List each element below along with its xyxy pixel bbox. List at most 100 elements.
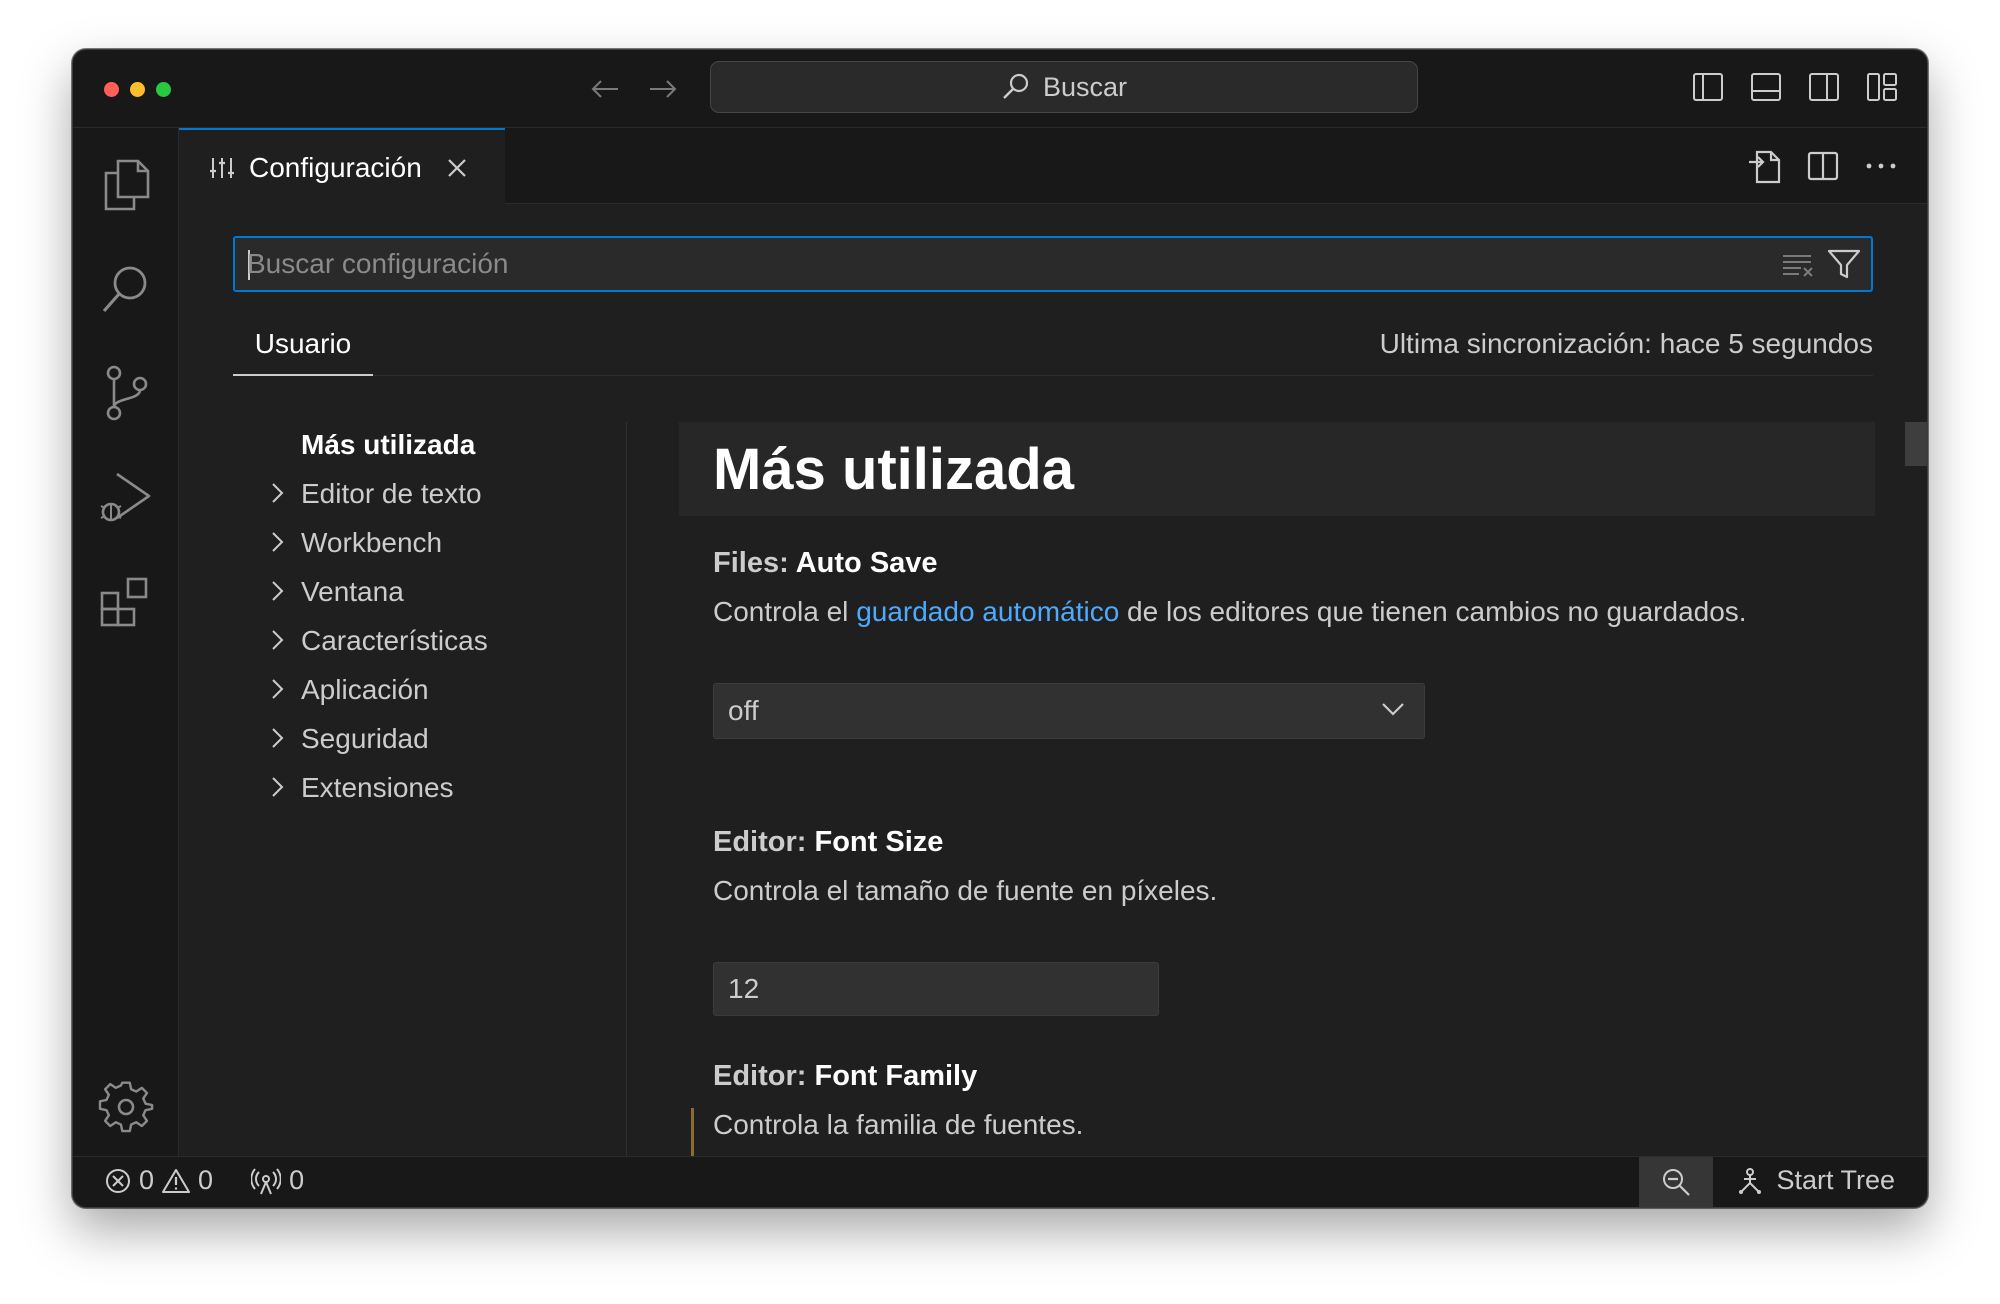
setting-name: Auto Save [795, 547, 938, 579]
toggle-primary-sidebar-button[interactable] [1689, 68, 1727, 106]
go-forward-button[interactable] [643, 70, 683, 108]
tab-label: Configuración [249, 151, 422, 183]
auto-save-select[interactable]: off [713, 683, 1425, 739]
setting-name: Font Size [814, 826, 944, 858]
desc-text: Controla el [713, 596, 857, 627]
go-back-button[interactable] [585, 70, 625, 108]
layout-customize-icon [1867, 73, 1897, 101]
search-icon [1003, 73, 1029, 99]
settings-search-input[interactable] [247, 238, 1747, 290]
open-settings-json-button[interactable] [1745, 146, 1785, 186]
chevron-right-icon [272, 679, 284, 699]
chevron-down-icon [1382, 703, 1404, 716]
tab-settings[interactable]: Configuración [179, 128, 505, 205]
layout-sidebar-right-icon [1809, 73, 1839, 101]
manage-settings-button[interactable] [95, 1076, 157, 1138]
toc-item-window[interactable]: Ventana [233, 567, 623, 616]
toc-item-label: Más utilizada [301, 428, 476, 460]
chevron-right-icon [272, 777, 284, 797]
status-bar-left: 0 0 0 [105, 1165, 304, 1196]
settings-scrollbar-thumb[interactable] [1905, 422, 1927, 466]
run-debug-icon [100, 472, 151, 522]
toc-item-text-editor[interactable]: Editor de texto [233, 469, 623, 518]
toc-item-application[interactable]: Aplicación [233, 665, 623, 714]
setting-category: Files: [713, 547, 796, 579]
chevron-right-icon [272, 581, 284, 601]
start-tree-status[interactable]: Start Tree [1736, 1165, 1895, 1196]
auto-save-link[interactable]: guardado automático [856, 596, 1119, 627]
search-view-button[interactable] [95, 258, 157, 320]
layout-controls [1689, 68, 1901, 106]
start-tree-label: Start Tree [1776, 1165, 1895, 1195]
toc-item-security[interactable]: Seguridad [233, 714, 623, 763]
broadcast-icon [251, 1167, 282, 1194]
layout-panel-icon [1751, 73, 1781, 101]
toc-item-label: Workbench [301, 526, 443, 558]
ports-count: 0 [289, 1165, 305, 1195]
settings-toc: Más utilizada Editor de texto Workbench … [233, 420, 623, 812]
toc-divider [626, 422, 627, 1158]
setting-editor-font-size: Editor: Font Size Controla el tamaño de … [713, 826, 1863, 1016]
close-tab-button[interactable] [446, 157, 468, 179]
toc-item-label: Aplicación [301, 673, 429, 705]
chevron-right-icon [272, 483, 284, 503]
chevron-right-icon [272, 630, 284, 650]
setting-title: Files: Auto Save [713, 547, 1863, 580]
zoom-status-button[interactable] [1639, 1157, 1713, 1207]
more-actions-button[interactable] [1861, 146, 1901, 186]
layout-sidebar-left-icon [1693, 73, 1723, 101]
problems-status[interactable]: 0 0 [105, 1165, 213, 1196]
modified-indicator [691, 1108, 694, 1158]
close-icon [448, 158, 466, 177]
search-icon [102, 266, 147, 313]
toc-item-workbench[interactable]: Workbench [233, 518, 623, 567]
font-size-input[interactable]: 12 [713, 962, 1159, 1016]
command-center-label: Buscar [1042, 71, 1128, 102]
minimize-window-button[interactable] [130, 82, 145, 97]
files-icon [104, 159, 150, 211]
toc-item-label: Extensiones [301, 771, 454, 803]
error-icon [106, 1168, 130, 1193]
split-horizontal-icon [1807, 151, 1839, 181]
toggle-panel-button[interactable] [1747, 68, 1785, 106]
warning-icon [162, 1168, 191, 1193]
arrow-right-icon [650, 80, 677, 98]
extensions-button[interactable] [95, 570, 157, 632]
section-title: Más utilizada [679, 422, 1875, 516]
toggle-secondary-sidebar-button[interactable] [1805, 68, 1843, 106]
command-center-search[interactable]: Buscar [710, 61, 1418, 113]
clear-search-button[interactable] [1781, 250, 1815, 283]
go-to-file-icon [1749, 150, 1781, 184]
setting-description: Controla el tamaño de fuente en píxeles. [713, 875, 1218, 906]
setting-name: Font Family [814, 1060, 978, 1092]
tab-user-settings[interactable]: Usuario [233, 314, 373, 376]
run-and-debug-button[interactable] [95, 466, 157, 528]
arrow-left-icon [591, 80, 618, 98]
toc-item-features[interactable]: Características [233, 616, 623, 665]
toc-item-label: Editor de texto [301, 477, 482, 509]
filter-settings-button[interactable] [1827, 248, 1861, 285]
source-control-icon [106, 365, 148, 421]
source-control-button[interactable] [95, 362, 157, 424]
toc-item-label: Seguridad [301, 722, 429, 754]
split-editor-button[interactable] [1803, 146, 1843, 186]
sync-status: Ultima sincronización: hace 5 segundos [1379, 328, 1873, 359]
close-window-button[interactable] [104, 82, 119, 97]
desc-text: de los editores que tienen cambios no gu… [1119, 596, 1747, 627]
zoom-out-icon [1663, 1169, 1690, 1196]
editor-actions [1745, 146, 1901, 186]
filter-icon [1827, 249, 1861, 279]
zoom-window-button[interactable] [156, 82, 171, 97]
toc-item-extensions[interactable]: Extensiones [233, 763, 623, 812]
status-bar: 0 0 0 Start Tree [73, 1156, 1927, 1207]
tree-person-icon [1739, 1167, 1762, 1194]
title-bar: Buscar [73, 50, 1927, 128]
settings-search-box [233, 236, 1873, 292]
setting-title: Editor: Font Family [713, 1060, 1863, 1093]
ports-status[interactable]: 0 [251, 1165, 304, 1196]
customize-layout-button[interactable] [1863, 68, 1901, 106]
clear-all-icon [1783, 255, 1813, 277]
toc-item-most-used[interactable]: Más utilizada [233, 420, 623, 469]
ellipsis-icon [1866, 163, 1896, 169]
explorer-button[interactable] [95, 154, 157, 216]
